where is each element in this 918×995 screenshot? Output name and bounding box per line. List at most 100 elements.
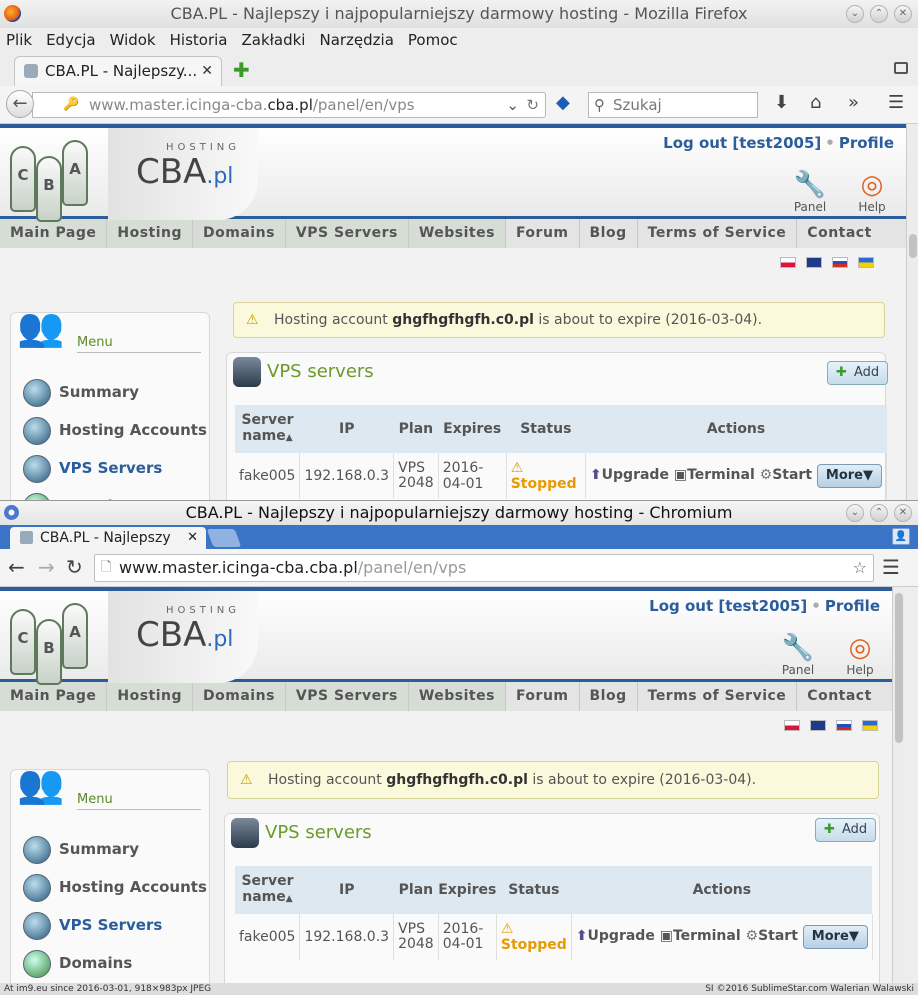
overflow-icon[interactable]: »: [848, 92, 859, 113]
nav-websites[interactable]: Websites: [408, 219, 506, 248]
firefox-tab[interactable]: CBA.PL - Najlepszy... ✕: [14, 56, 222, 86]
menu-history[interactable]: Historia: [170, 31, 228, 49]
nav-terms[interactable]: Terms of Service: [638, 219, 798, 248]
new-tab-icon[interactable]: ✚: [233, 58, 250, 82]
sidebar-item-summary[interactable]: Summary: [11, 373, 209, 411]
sidebar-item-hosting-accounts[interactable]: Hosting Accounts: [11, 411, 209, 449]
menu-edit[interactable]: Edycja: [46, 31, 95, 49]
firefox-search-field[interactable]: ⚲ Szukaj: [588, 92, 758, 118]
nav-blog[interactable]: Blog: [580, 219, 638, 248]
logout-link[interactable]: Log out [test2005]: [649, 597, 807, 615]
panel-button[interactable]: 🔧 Panel: [788, 170, 832, 214]
close-icon[interactable]: ✕: [894, 504, 912, 522]
downloads-icon[interactable]: ⬇: [774, 92, 789, 113]
start-action[interactable]: ⚙Start: [746, 928, 798, 944]
forward-icon[interactable]: →: [38, 555, 55, 579]
back-button[interactable]: ←: [6, 90, 34, 118]
flag-pl-icon[interactable]: [784, 720, 800, 731]
terminal-action[interactable]: ▣Terminal: [660, 928, 741, 944]
flag-pl-icon[interactable]: [780, 257, 796, 268]
flag-ua-icon[interactable]: [858, 257, 874, 268]
close-icon[interactable]: ✕: [894, 5, 912, 23]
cba-brand[interactable]: HOSTING CBA.pl: [108, 128, 258, 220]
flag-gb-icon[interactable]: [806, 257, 822, 268]
nav-vps-servers[interactable]: VPS Servers: [285, 219, 409, 248]
flag-ua-icon[interactable]: [862, 720, 878, 731]
back-icon[interactable]: ←: [8, 555, 25, 579]
col-server-name[interactable]: Server name▲: [235, 405, 300, 453]
col-server-name[interactable]: Server name▲: [235, 866, 300, 914]
terminal-action[interactable]: ▣Terminal: [674, 467, 755, 483]
upgrade-action[interactable]: ⬆Upgrade: [576, 928, 655, 944]
profile-link[interactable]: Profile: [825, 597, 880, 615]
firefox-scrollbar[interactable]: [906, 124, 918, 500]
nav-hosting[interactable]: Hosting: [107, 219, 194, 248]
sidebar-item-hosting-accounts[interactable]: Hosting Accounts: [11, 868, 209, 906]
nav-terms[interactable]: Terms of Service: [638, 682, 798, 711]
minimize-icon[interactable]: ⌄: [846, 504, 864, 522]
firefox-scroll-thumb[interactable]: [909, 234, 917, 258]
menu-bookmarks[interactable]: Zakładki: [241, 31, 305, 49]
minimize-icon[interactable]: ⌄: [846, 5, 864, 23]
add-button[interactable]: Add: [827, 361, 889, 385]
maximize-icon[interactable]: ⌃: [870, 504, 888, 522]
reload-icon[interactable]: ↻: [66, 555, 83, 579]
sidebar-item-vps-servers[interactable]: VPS Servers: [11, 906, 209, 944]
maximize-icon[interactable]: ⌃: [870, 5, 888, 23]
help-button[interactable]: ◎ Help: [850, 170, 894, 214]
more-button[interactable]: More▼: [816, 464, 882, 488]
addon-icon[interactable]: ◆: [556, 92, 570, 113]
logout-link[interactable]: Log out [test2005]: [663, 134, 821, 152]
star-icon[interactable]: ☆: [853, 555, 867, 581]
site-identity-icon[interactable]: 🔑: [63, 93, 79, 117]
upgrade-action[interactable]: ⬆Upgrade: [590, 467, 669, 483]
tab-close-icon[interactable]: ✕: [187, 527, 198, 549]
profile-link[interactable]: Profile: [839, 134, 894, 152]
nav-vps-servers[interactable]: VPS Servers: [285, 682, 409, 711]
chromium-scrollbar[interactable]: [892, 587, 904, 983]
sidebar-item-domains[interactable]: Domains: [11, 944, 209, 982]
sort-asc-icon[interactable]: ▲: [286, 894, 293, 904]
nav-main-page[interactable]: Main Page: [0, 219, 108, 248]
tab-close-icon[interactable]: ✕: [201, 57, 213, 85]
chromium-tab[interactable]: CBA.PL - Najlepszy ✕: [10, 527, 206, 549]
hamburger-icon[interactable]: ☰: [888, 92, 904, 113]
chrome-menu-icon[interactable]: ☰: [882, 555, 900, 579]
start-action[interactable]: ⚙Start: [760, 467, 812, 483]
nav-domains[interactable]: Domains: [193, 682, 286, 711]
home-icon[interactable]: ⌂: [810, 92, 821, 113]
nav-websites[interactable]: Websites: [408, 682, 506, 711]
help-button[interactable]: ◎ Help: [838, 633, 882, 677]
reload-icon[interactable]: ↻: [526, 93, 539, 117]
cba-brand[interactable]: HOSTING CBA.pl: [108, 591, 258, 683]
nav-domains[interactable]: Domains: [193, 219, 286, 248]
url-dropdown-icon[interactable]: ⌄: [506, 93, 519, 117]
nav-main-page[interactable]: Main Page: [0, 682, 108, 711]
user-icon[interactable]: 👤: [892, 528, 910, 545]
flag-gb-icon[interactable]: [810, 720, 826, 731]
menu-tools[interactable]: Narzędzia: [319, 31, 393, 49]
add-button[interactable]: Add: [815, 818, 877, 842]
firefox-url-bar[interactable]: www.master.icinga-cba.cba.pl/panel/en/vp…: [32, 92, 546, 118]
sidebar-item-vps-servers[interactable]: VPS Servers: [11, 449, 209, 487]
nav-blog[interactable]: Blog: [580, 682, 638, 711]
tab-list-icon[interactable]: [894, 62, 908, 74]
flag-ru-icon[interactable]: [836, 720, 852, 731]
chromium-scroll-thumb[interactable]: [895, 593, 903, 743]
menu-view[interactable]: Widok: [110, 31, 156, 49]
chromium-url-bar[interactable]: 🗋 www.master.icinga-cba.cba.pl/panel/en/…: [94, 554, 874, 582]
nav-contact[interactable]: Contact: [797, 219, 882, 248]
nav-forum[interactable]: Forum: [506, 219, 580, 248]
nav-forum[interactable]: Forum: [506, 682, 580, 711]
new-tab-button[interactable]: [206, 529, 242, 547]
more-button[interactable]: More▼: [802, 925, 868, 949]
sidebar-item-summary[interactable]: Summary: [11, 830, 209, 868]
nav-contact[interactable]: Contact: [797, 682, 882, 711]
menu-file[interactable]: Plik: [6, 31, 32, 49]
menu-help[interactable]: Pomoc: [408, 31, 458, 49]
sidebar-item-domains[interactable]: Domains: [11, 487, 209, 500]
flag-ru-icon[interactable]: [832, 257, 848, 268]
nav-hosting[interactable]: Hosting: [107, 682, 194, 711]
sort-asc-icon[interactable]: ▲: [286, 433, 293, 443]
panel-button[interactable]: 🔧 Panel: [776, 633, 820, 677]
